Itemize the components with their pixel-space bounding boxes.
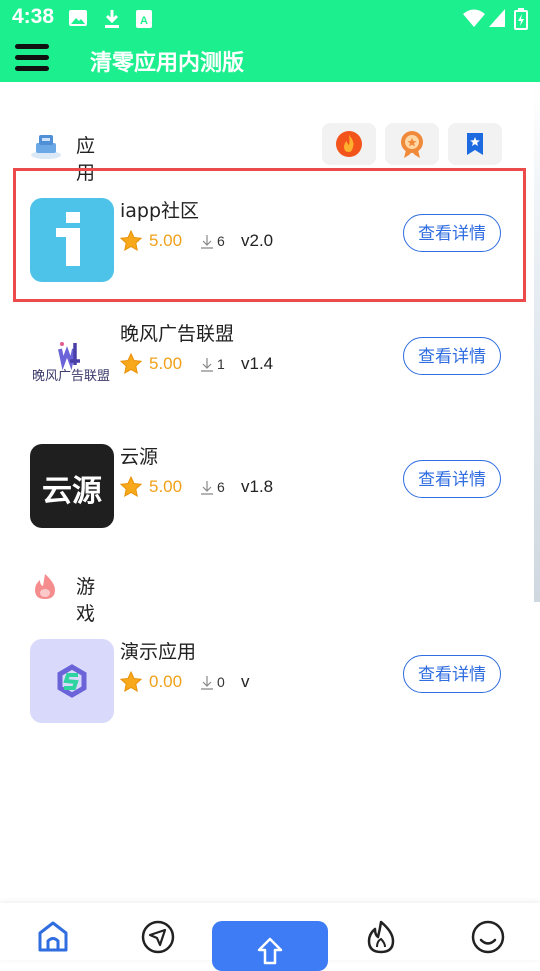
view-details-button[interactable]: 查看详情 [403,655,501,693]
view-details-button[interactable]: 查看详情 [403,337,501,375]
download-count: 6 [217,479,225,495]
list-item[interactable]: 云源 云源 5.00 6 v1.8 查看详情 [30,444,510,528]
view-details-button[interactable]: 查看详情 [403,460,501,498]
upload-icon [257,937,283,965]
app-category-icon [31,135,61,159]
rating: 0.00 [149,672,183,691]
upload-button[interactable] [212,921,328,971]
hot-filter-button[interactable] [322,123,376,165]
bottom-navigation [0,903,540,971]
download-icon [105,10,119,28]
scroll-indicator[interactable] [534,82,540,602]
section-label: 游戏 [76,576,96,625]
wifi-icon [463,9,485,27]
star-icon [120,353,142,374]
status-bar: 4:38 A [0,0,540,36]
download-count-icon [201,481,213,495]
star-icon [120,671,142,692]
flame-icon [35,574,55,599]
app-name: 云源 [120,446,159,468]
version: v1.4 [241,354,274,373]
yunyuan-logo-text: 云源 [42,474,102,509]
bookmark-icon [467,133,483,155]
star-icon [120,476,142,497]
version: v [241,672,250,691]
selection-highlight [13,168,526,302]
status-time: 4:38 [12,5,55,28]
download-count: 1 [217,356,225,372]
download-count-icon [201,676,213,690]
page-title: 清零应用内测版 [90,51,245,76]
rating: 5.00 [149,354,183,373]
yunyuan-logo-icon: 云源 [30,444,114,528]
image-icon [69,10,87,26]
version: v1.8 [241,477,274,496]
hot-icon [336,131,362,157]
battery-icon [514,8,528,30]
keyboard-icon: A [136,10,152,28]
signal-icon [489,9,505,27]
smile-icon[interactable] [470,919,506,955]
svg-text:A: A [140,15,148,27]
demo-app-logo-icon [30,639,114,723]
flame-icon[interactable] [364,919,398,955]
bookmark-filter-button[interactable] [448,123,502,165]
medal-filter-button[interactable] [385,123,439,165]
rating: 5.00 [149,477,183,496]
medal-icon [401,131,423,158]
wanfeng-logo-text: 晚风广告联盟 [32,369,111,384]
list-item[interactable]: 晚风广告联盟 晚风广告联盟 5.00 1 v1.4 查看详情 [30,321,510,405]
navigation-icon[interactable] [140,919,176,955]
hamburger-menu-icon[interactable] [15,44,49,74]
app-name: 演示应用 [120,641,197,663]
download-count: 0 [217,674,225,690]
title-bar: 清零应用内测版 [0,36,540,82]
app-header: 4:38 A 清零应用内测版 [0,0,540,82]
list-item[interactable]: 演示应用 0.00 0 v 查看详情 [30,639,510,723]
app-name: 晚风广告联盟 [120,323,235,345]
wanfeng-logo-icon: 晚风广告联盟 [30,321,114,405]
download-count-icon [201,358,213,372]
home-icon[interactable] [36,919,70,953]
